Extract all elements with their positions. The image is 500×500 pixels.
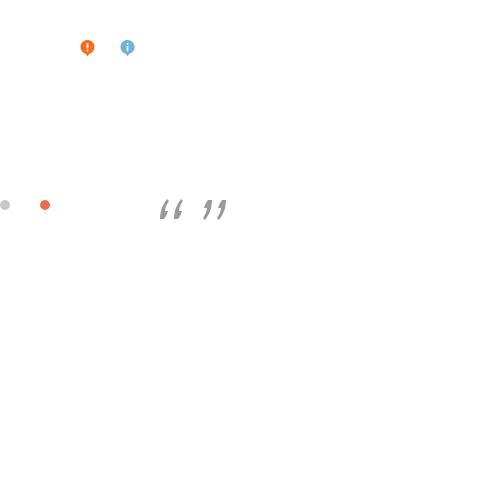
alert-exclamation-bar (86, 43, 89, 49)
active-dot (40, 200, 50, 210)
info-bubble-icon (120, 40, 135, 57)
alert-bubble-icon (80, 40, 95, 57)
alert-bubble-tail (85, 53, 90, 57)
info-dot (126, 42, 129, 45)
open-quote-left-mark (160, 199, 169, 219)
info-bubble-tail (125, 53, 130, 57)
icon-sprite-canvas (0, 0, 500, 500)
open-quote-icon (160, 199, 183, 219)
open-quote-right-mark (174, 199, 183, 219)
close-quote-right-mark (217, 200, 226, 220)
inactive-dot (0, 200, 10, 210)
info-bar (126, 45, 129, 52)
close-quote-left-mark (203, 200, 212, 220)
alert-exclamation-dot (86, 49, 89, 52)
close-quote-icon (203, 200, 226, 220)
